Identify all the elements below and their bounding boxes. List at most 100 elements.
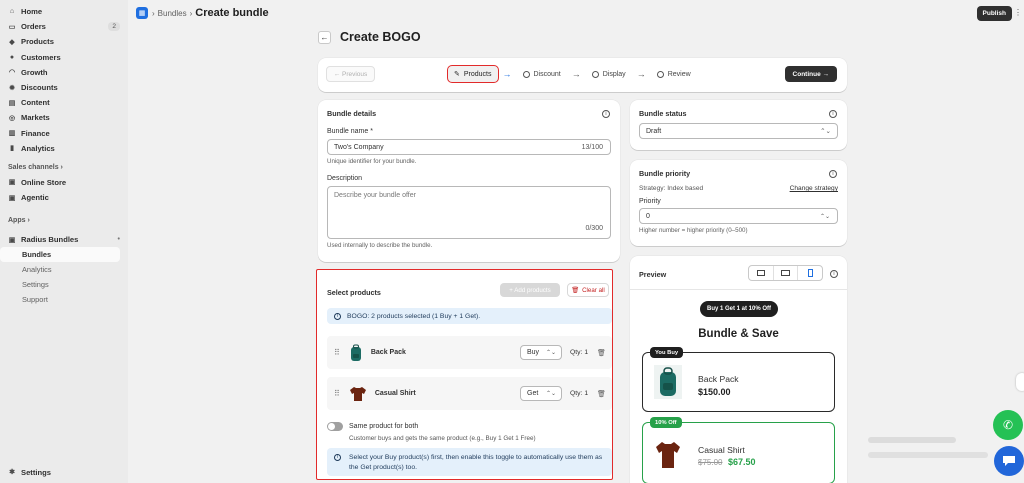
sidebar-item-orders[interactable]: ▭ Orders 2 xyxy=(0,19,128,34)
same-product-label: Same product for both xyxy=(349,423,419,430)
sidebar-item-label: Markets xyxy=(21,113,50,123)
sidebar-item-agentic[interactable]: ▣ Agentic xyxy=(0,190,128,205)
bundle-details-card: Bundle details i Bundle name * Two's Com… xyxy=(318,100,620,262)
sidebar-item-online-store[interactable]: ▣ Online Store xyxy=(0,175,128,190)
info-icon[interactable]: i xyxy=(602,110,610,118)
person-icon: ● xyxy=(9,53,15,61)
you-buy-tag: You Buy xyxy=(650,347,684,358)
sidebar-item-content[interactable]: ▤ Content xyxy=(0,95,128,110)
drag-handle-icon[interactable]: ⠿ xyxy=(334,389,340,398)
bundle-priority-card: Bundle priority i Strategy: Index based … xyxy=(630,160,847,246)
pencil-icon: ✎ xyxy=(454,71,460,78)
bundle-status-select[interactable]: Draft ⌃⌄ xyxy=(639,123,838,139)
info-icon[interactable]: i xyxy=(829,110,837,118)
preview-heading: Preview xyxy=(639,270,667,279)
sidebar-item-growth[interactable]: ◠ Growth xyxy=(0,65,128,80)
info-icon[interactable]: i xyxy=(830,270,838,278)
product-row: ⠿ Back Pack Buy ⌃⌄ Qty: 1 🗑 xyxy=(327,336,612,369)
previous-button[interactable]: ← Previous xyxy=(326,66,375,82)
bundles-app-icon[interactable]: ▦ xyxy=(136,7,148,19)
tag-icon: ◆ xyxy=(9,38,15,46)
strategy-text: Strategy: Index based xyxy=(639,185,704,192)
same-product-toggle[interactable] xyxy=(327,422,343,431)
desktop-view-icon[interactable] xyxy=(749,266,774,280)
clear-all-button[interactable]: 🗑 Clear all xyxy=(567,283,609,297)
bundle-status-heading: Bundle status xyxy=(639,109,687,118)
select-products-heading: Select products xyxy=(327,288,381,297)
mobile-view-icon[interactable] xyxy=(798,266,822,280)
info-icon[interactable]: i xyxy=(829,170,837,178)
sidebar-item-label: Finance xyxy=(21,128,50,138)
arrow-right-icon: → xyxy=(571,69,581,79)
sidebar-item-analytics[interactable]: ▮ Analytics xyxy=(0,141,128,156)
sidebar-item-markets[interactable]: ◎ Markets xyxy=(0,110,128,125)
sidebar-subitem-bundles[interactable]: Bundles xyxy=(0,247,120,263)
breadcrumb-title: Create bundle xyxy=(195,7,269,19)
get-product-price: $75.00 $67.50 xyxy=(698,457,756,467)
breadcrumb-bundles[interactable]: Bundles xyxy=(158,9,187,18)
sidebar-item-label: Discounts xyxy=(21,83,58,93)
step-navigation-card: ← Previous ✎ Products → Discount → Displ… xyxy=(318,58,847,92)
step-review[interactable]: Review xyxy=(651,66,697,82)
delete-icon[interactable]: 🗑 xyxy=(597,390,606,398)
sidebar-subitem-support[interactable]: Support xyxy=(0,292,128,307)
whatsapp-icon[interactable]: ✆ xyxy=(993,410,1023,440)
steps: ✎ Products → Discount → Display → Review xyxy=(447,65,697,83)
bank-icon: ▥ xyxy=(8,130,16,138)
content-icon: ▤ xyxy=(8,99,16,107)
sidebar-item-label: Content xyxy=(21,98,50,108)
sidebar-item-home[interactable]: ⌂ Home xyxy=(0,4,128,19)
add-products-button[interactable]: + Add products xyxy=(500,283,560,297)
bundle-details-heading: Bundle details xyxy=(327,109,377,118)
sidebar-item-products[interactable]: ◆ Products xyxy=(0,34,128,49)
more-actions-icon[interactable]: ⋮ xyxy=(1014,8,1022,17)
step-display[interactable]: Display xyxy=(586,66,632,82)
description-help: Used internally to describe the bundle. xyxy=(327,242,433,249)
discount-icon: ✹ xyxy=(9,84,15,92)
step-discount[interactable]: Discount xyxy=(517,66,567,82)
offer-pill: Buy 1 Get 1 at 10% Off xyxy=(700,301,778,317)
step-products[interactable]: ✎ Products xyxy=(447,65,499,83)
apps-heading[interactable]: Apps › xyxy=(0,213,128,228)
app-icon: ▣ xyxy=(8,236,16,244)
sidebar-item-discounts[interactable]: ✹ Discounts xyxy=(0,80,128,95)
description-label: Description xyxy=(327,175,363,182)
sidebar-subitem-analytics[interactable]: Analytics xyxy=(0,262,128,277)
sidebar-item-finance[interactable]: ▥ Finance xyxy=(0,126,128,141)
trash-icon: 🗑 xyxy=(571,287,580,294)
sidebar-item-settings[interactable]: ✱ Settings xyxy=(0,465,128,480)
bundle-preview-title: Bundle & Save xyxy=(698,328,779,340)
shirt-thumbnail xyxy=(349,386,366,401)
side-scroll-handle[interactable] xyxy=(1016,373,1024,391)
back-button[interactable]: ← xyxy=(318,30,331,44)
sidebar-subitem-settings[interactable]: Settings xyxy=(0,277,128,292)
stepper-chevron-icon[interactable]: ⌃⌄ xyxy=(820,213,830,220)
chat-icon[interactable] xyxy=(994,446,1024,476)
more-dot-icon[interactable]: • xyxy=(118,236,120,243)
sidebar-item-label: Customers xyxy=(21,52,61,62)
backpack-image xyxy=(654,365,682,399)
get-product-name: Casual Shirt xyxy=(698,445,745,455)
sidebar-item-radius-bundles[interactable]: ▣ Radius Bundles • xyxy=(0,232,128,247)
publish-button[interactable]: Publish xyxy=(976,6,1012,21)
sales-channels-heading[interactable]: Sales channels › xyxy=(0,160,128,175)
backpack-thumbnail xyxy=(350,344,361,361)
priority-input[interactable]: 0 ⌃⌄ xyxy=(639,208,838,224)
role-select[interactable]: Buy ⌃⌄ xyxy=(520,345,562,360)
continue-button[interactable]: Continue → xyxy=(784,66,837,82)
quantity-text: Qty: 1 xyxy=(570,349,589,356)
bundle-name-input[interactable]: Two's Company 13/100 xyxy=(327,139,611,155)
tablet-view-icon[interactable] xyxy=(774,266,799,280)
drag-handle-icon[interactable]: ⠿ xyxy=(334,348,340,357)
toggle-info-banner: i Select your Buy product(s) first, then… xyxy=(327,448,612,476)
priority-help: Higher number = higher priority (0–500) xyxy=(639,227,748,234)
sidebar-item-label: Analytics xyxy=(21,143,55,153)
role-select[interactable]: Get ⌃⌄ xyxy=(520,386,562,401)
description-textarea[interactable]: Describe your bundle offer 0/300 xyxy=(327,186,611,239)
delete-icon[interactable]: 🗑 xyxy=(597,349,606,357)
priority-label: Priority xyxy=(639,198,661,205)
change-strategy-link[interactable]: Change strategy xyxy=(790,185,838,192)
circle-icon xyxy=(591,70,599,78)
page-header: ← Create BOGO xyxy=(318,30,421,44)
sidebar-item-customers[interactable]: ● Customers xyxy=(0,50,128,65)
